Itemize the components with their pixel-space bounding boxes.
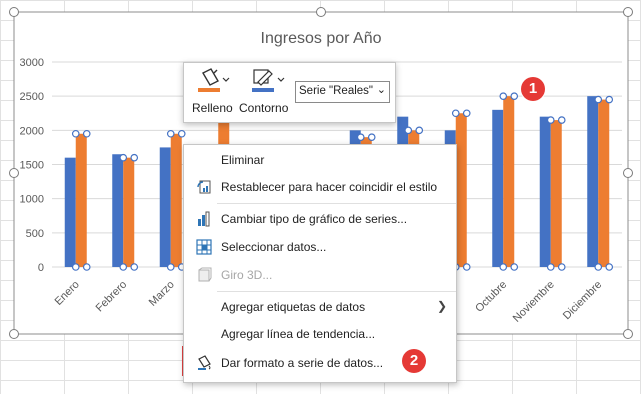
series-selection-handle (119, 263, 128, 271)
series-selection-handle (451, 109, 460, 118)
series-select[interactable]: Serie "Reales" ⌄ (295, 81, 390, 103)
reset-style-icon (197, 180, 211, 194)
y-tick-label: 2500 (20, 91, 44, 103)
menu-item-label: Giro 3D... (221, 268, 273, 282)
chart-resize-handle (316, 7, 326, 17)
chevron-right-icon: ❯ (436, 299, 447, 313)
series-selection-handle (119, 153, 128, 162)
menu-item-agregar-etiquetas[interactable]: Agregar etiquetas de datos ❯ (184, 294, 456, 320)
series-select-value: Serie "Reales" (299, 85, 374, 97)
y-tick-label: 500 (26, 228, 44, 240)
series-selection-handle (415, 126, 424, 135)
chart-type-icon (198, 211, 210, 227)
series-selection-handle (82, 263, 91, 271)
chart-resize-handle (9, 329, 19, 339)
series-selection-handle (594, 263, 603, 271)
series-selection-handle (557, 116, 566, 124)
y-tick-label: 1000 (20, 194, 44, 206)
format-series-icon (198, 355, 211, 370)
menu-item-eliminar[interactable]: Eliminar (184, 147, 456, 173)
chart-resize-handle (9, 7, 19, 17)
series-selection-handle (404, 126, 413, 135)
bar-orange (75, 133, 87, 267)
bar-blue (539, 116, 551, 268)
series-selection-handle (71, 129, 80, 138)
menu-item-label: Agregar línea de tendencia... (221, 327, 376, 341)
series-selection-handle (130, 263, 139, 271)
series-selection-handle (356, 133, 365, 141)
menu-item-label: Seleccionar datos... (221, 240, 327, 254)
y-tick-label: 1500 (20, 160, 44, 172)
bar-blue (492, 109, 504, 267)
menu-divider (217, 203, 456, 204)
mini-format-toolbar: Relleno Contorno Serie "Reales" ⌄ (183, 62, 396, 123)
fill-label: Relleno (192, 101, 233, 115)
chevron-down-icon: ⌄ (376, 84, 386, 96)
bar-orange (123, 157, 135, 267)
series-selection-handle (510, 92, 519, 100)
series-selection-handle (130, 153, 139, 162)
chart-resize-handle (623, 329, 633, 339)
menu-item-seleccionar-datos[interactable]: Seleccionar datos... (184, 234, 456, 260)
bar-orange (170, 133, 182, 267)
fill-button[interactable]: Relleno (192, 67, 236, 119)
select-data-icon (196, 239, 212, 255)
chart-resize-handle (623, 168, 633, 178)
series-selection-handle (546, 116, 555, 124)
series-selection-handle (462, 263, 471, 271)
series-selection-handle (71, 263, 80, 271)
y-tick-label: 2000 (20, 125, 44, 137)
series-selection-handle (166, 129, 175, 138)
series-selection-handle (462, 109, 471, 118)
rotate-3d-icon (198, 267, 212, 282)
paint-bucket-icon (198, 68, 230, 92)
menu-item-label: Eliminar (221, 153, 265, 167)
bar-orange (598, 99, 610, 267)
pencil-outline-icon (252, 69, 285, 92)
bar-orange (455, 113, 467, 267)
chart-resize-handle (9, 168, 19, 178)
menu-item-giro-3d: Giro 3D... (184, 262, 456, 288)
bar-orange (503, 96, 515, 268)
bar-blue (112, 154, 124, 267)
menu-item-agregar-tendencia[interactable]: Agregar línea de tendencia... (184, 321, 456, 347)
series-selection-handle (546, 263, 555, 271)
series-selection-handle (499, 92, 508, 100)
outline-label: Contorno (239, 101, 289, 115)
series-selection-handle (82, 129, 91, 138)
series-selection-handle (557, 263, 566, 271)
series-selection-handle (510, 263, 519, 271)
menu-item-label: Dar formato a serie de datos... (221, 356, 384, 370)
menu-divider (217, 291, 456, 292)
callout-badge-1: 1 (521, 77, 545, 101)
menu-item-label: Agregar etiquetas de datos (221, 300, 366, 314)
series-selection-handle (166, 263, 175, 271)
menu-item-restablecer[interactable]: Restablecer para hacer coincidir el esti… (184, 174, 456, 200)
series-selection-handle (499, 263, 508, 271)
bar-orange (550, 120, 562, 267)
series-selection-handle (605, 95, 614, 104)
callout-badge-2: 2 (402, 349, 426, 373)
menu-item-cambiar-tipo[interactable]: Cambiar tipo de gráfico de series... (184, 206, 456, 232)
menu-item-label: Restablecer para hacer coincidir el esti… (221, 180, 438, 194)
menu-item-label: Cambiar tipo de gráfico de series... (221, 212, 408, 226)
series-selection-handle (177, 129, 186, 138)
series-selection-handle (605, 263, 614, 271)
chart-resize-handle (623, 7, 633, 17)
context-menu: Eliminar Restablecer para hacer coincidi… (183, 144, 457, 383)
y-tick-label: 3000 (20, 57, 44, 69)
series-selection-handle (594, 95, 603, 104)
y-tick-label: 0 (38, 262, 44, 274)
bar-blue (64, 157, 76, 267)
outline-button[interactable]: Contorno (239, 67, 292, 119)
chart-title[interactable]: Ingresos por Año (261, 30, 382, 47)
bar-blue (159, 147, 171, 267)
bar-blue (587, 96, 599, 268)
series-selection-handle (367, 133, 376, 141)
